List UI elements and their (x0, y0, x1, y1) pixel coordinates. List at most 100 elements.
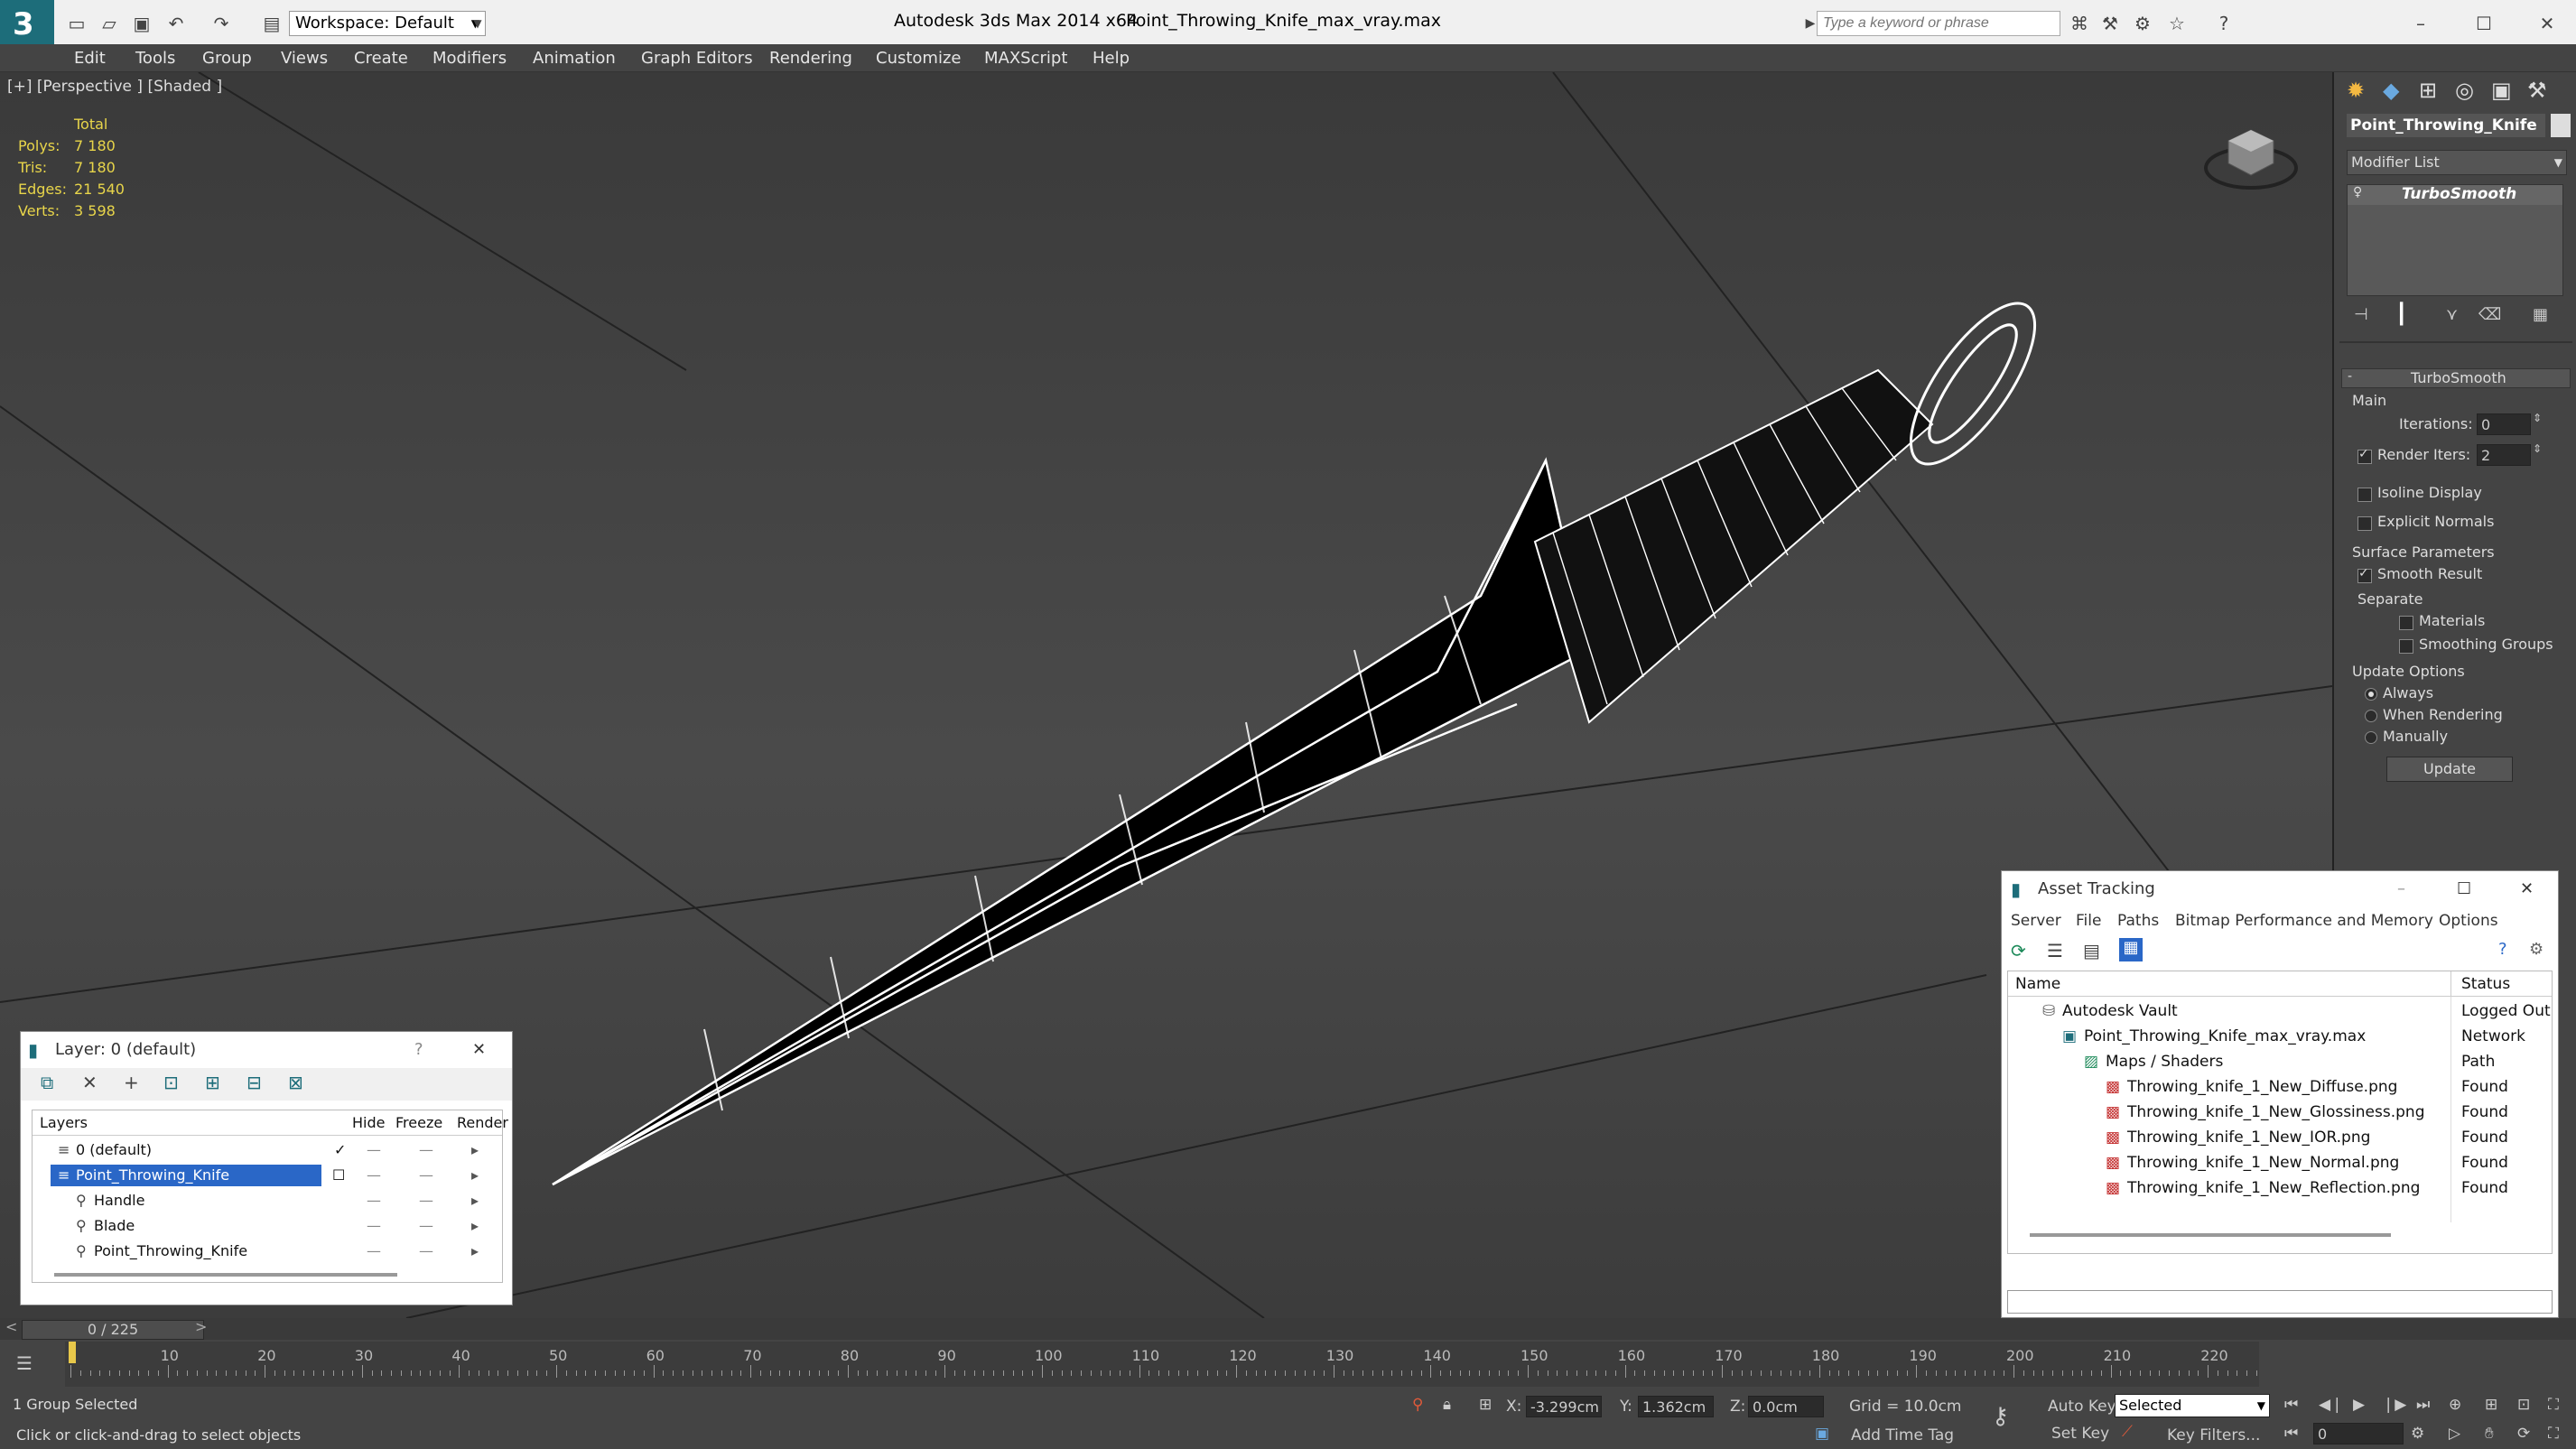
manually-radio[interactable] (2365, 731, 2377, 744)
col-render[interactable]: Render (457, 1110, 508, 1136)
layer-row-knife-object[interactable]: ⚲ Point_Throwing_Knife — — ▸ (33, 1239, 502, 1264)
workspace-dropdown[interactable]: Workspace: Default ▼ (289, 11, 486, 36)
show-end-result-icon[interactable]: ┃ (2395, 303, 2407, 326)
utilities-tab-icon[interactable]: ⚒ (2527, 78, 2547, 103)
asset-row-vault[interactable]: ⛁ Autodesk Vault Logged Out . (2008, 999, 2552, 1045)
motion-tab-icon[interactable]: ◎ (2455, 78, 2474, 103)
search-input[interactable] (1817, 11, 2060, 36)
pin-stack-icon[interactable]: ⊣ (2354, 305, 2368, 324)
previous-frame-icon[interactable]: ◀❘ (2319, 1396, 2343, 1414)
col-divider[interactable] (2450, 971, 2451, 997)
zoom-all-icon[interactable]: ⊞ (2485, 1396, 2497, 1414)
open-file-icon[interactable]: ▱ (98, 12, 121, 35)
select-objects-icon[interactable]: ⊡ (163, 1072, 179, 1093)
render-iters-spinner-icon[interactable]: ⇕ (2533, 442, 2542, 455)
col-name[interactable]: Name (2015, 971, 2060, 997)
time-config-icon[interactable]: ⚙ (2411, 1425, 2424, 1443)
hierarchy-tab-icon[interactable]: ⊞ (2419, 78, 2437, 103)
auto-key-button[interactable]: Auto Key (2048, 1398, 2116, 1416)
iterations-input[interactable]: 0 (2477, 413, 2531, 435)
menu-create[interactable]: Create (354, 44, 408, 72)
freeze-toggle[interactable]: — (419, 1138, 433, 1163)
always-radio[interactable] (2365, 688, 2377, 701)
display-tab-icon[interactable]: ▣ (2491, 78, 2512, 103)
time-slider[interactable]: < 0 / 225 > (0, 1318, 2576, 1340)
key-mode-icon[interactable]: ⟋ (2122, 1423, 2133, 1441)
binoculars-icon[interactable]: ⌘ (2068, 12, 2091, 35)
exchange-icon[interactable]: ⚙ (2131, 12, 2154, 35)
grid-view-icon[interactable]: ▦ (2119, 938, 2143, 961)
menu-server[interactable]: Server (2011, 907, 2061, 934)
current-layer-box-icon[interactable]: ☐ (332, 1163, 345, 1188)
undo-icon[interactable]: ↶ (164, 12, 188, 35)
dropdown-arrow-icon[interactable]: ▼ (466, 12, 489, 35)
help-icon[interactable]: ? (2498, 940, 2507, 959)
isolate-icon[interactable]: ⚲ (1412, 1396, 1423, 1414)
render-iters-checkbox[interactable] (2357, 447, 2372, 464)
zoom-icon[interactable]: ⊕ (2449, 1396, 2461, 1414)
key-filters-button[interactable]: Key Filters... (2167, 1426, 2260, 1444)
zoom-extents-icon[interactable]: ⊡ (2517, 1396, 2530, 1414)
freeze-toggle[interactable]: — (419, 1213, 433, 1239)
smooth-result-checkbox[interactable] (2357, 566, 2372, 583)
trackbar[interactable]: 10 20 30 40 50 60 70 80 90 100 110 120 130 140 150 160 1… (65, 1342, 2259, 1387)
layer-dialog-titlebar[interactable]: ▮ Layer: 0 (default) ? ✕ (21, 1032, 512, 1068)
current-layer-check-icon[interactable]: ✓ (334, 1138, 346, 1163)
update-button[interactable]: Update (2386, 757, 2513, 782)
menu-customize[interactable]: Customize (876, 44, 961, 72)
asset-row-reflection[interactable]: ▩ Throwing_knife_1_New_Reflection.png Fo… (2008, 1175, 2552, 1201)
maximize-toggle-icon[interactable]: ⛶ (2548, 1425, 2559, 1443)
menu-options[interactable]: Options (2439, 907, 2498, 934)
save-icon[interactable]: ▣ (130, 12, 153, 35)
orbit-icon[interactable]: ⟳ (2517, 1425, 2530, 1443)
help-icon[interactable]: ? (414, 1032, 423, 1068)
close-icon[interactable]: ✕ (2520, 871, 2534, 907)
asset-table-scrollbar[interactable] (2030, 1233, 2391, 1237)
freeze-toggle[interactable]: — (419, 1188, 433, 1213)
hide-toggle[interactable]: — (367, 1213, 381, 1239)
asset-tracking-titlebar[interactable]: ▮ Asset Tracking – ☐ ✕ (2002, 871, 2558, 907)
hide-toggle[interactable]: — (367, 1138, 381, 1163)
time-slider-thumb[interactable]: 0 / 225 (22, 1320, 204, 1340)
refresh-icon[interactable]: ⟳ (2011, 940, 2026, 961)
lock-icon[interactable]: 🔒︎ (1443, 1396, 1451, 1414)
render-toggle-icon[interactable]: ▸ (471, 1163, 479, 1188)
project-folder-icon[interactable]: ▤ (260, 12, 284, 35)
prev-frame-arrow-icon[interactable]: < (5, 1318, 17, 1335)
maximize-icon[interactable]: ☐ (2472, 12, 2496, 35)
menu-graph-editors[interactable]: Graph Editors (641, 44, 753, 72)
freeze-all-icon[interactable]: ⊠ (288, 1072, 303, 1093)
pan-icon[interactable]: ✋︎ (2485, 1425, 2494, 1443)
x-coordinate-field[interactable]: -3.299cm (1526, 1396, 1602, 1417)
absolute-mode-icon[interactable]: ⊞ (1479, 1396, 1492, 1414)
tools-icon[interactable]: ⚒ (2098, 12, 2122, 35)
trackbar-menu-icon[interactable]: ☰ (16, 1352, 33, 1374)
render-iters-input[interactable]: 2 (2477, 444, 2531, 466)
render-toggle-icon[interactable]: ▸ (471, 1138, 479, 1163)
delete-layer-icon[interactable]: ✕ (82, 1072, 98, 1093)
asset-row-diffuse[interactable]: ▩ Throwing_knife_1_New_Diffuse.png Found (2008, 1074, 2552, 1100)
set-key-button[interactable]: Set Key (2051, 1425, 2109, 1443)
key-mode-toggle-icon[interactable]: ⏮ (2284, 1425, 2298, 1443)
y-coordinate-field[interactable]: 1.362cm (1638, 1396, 1714, 1417)
menu-rendering[interactable]: Rendering (769, 44, 852, 72)
play-icon[interactable]: ▶ (2353, 1396, 2365, 1414)
viewcube-icon[interactable] (2201, 114, 2301, 195)
freeze-toggle[interactable]: — (419, 1163, 433, 1188)
col-hide[interactable]: Hide (352, 1110, 385, 1136)
layer-row-default[interactable]: ≡ 0 (default) ✓ — — ▸ (33, 1138, 502, 1163)
object-name-field[interactable]: Point_Throwing_Knife (2347, 114, 2545, 137)
list-view-icon[interactable]: ☰ (2047, 940, 2063, 961)
layer-row-knife[interactable]: ≡ Point_Throwing_Knife ☐ — — ▸ (33, 1163, 502, 1188)
materials-checkbox[interactable] (2399, 616, 2413, 630)
stack-item-turbosmooth[interactable]: ♀ TurboSmooth (2348, 185, 2562, 205)
make-unique-icon[interactable]: ⋎ (2446, 305, 2458, 324)
layer-row-handle[interactable]: ⚲ Handle — — ▸ (33, 1188, 502, 1213)
hide-toggle[interactable]: — (367, 1163, 381, 1188)
hide-toggle[interactable]: — (367, 1188, 381, 1213)
time-cursor[interactable] (69, 1342, 76, 1363)
asset-row-glossiness[interactable]: ▩ Throwing_knife_1_New_Glossiness.png Fo… (2008, 1100, 2552, 1125)
menu-tools[interactable]: Tools (135, 44, 175, 72)
new-file-icon[interactable]: ▭ (65, 12, 88, 35)
remove-modifier-icon[interactable]: ⌫ (2478, 305, 2501, 324)
